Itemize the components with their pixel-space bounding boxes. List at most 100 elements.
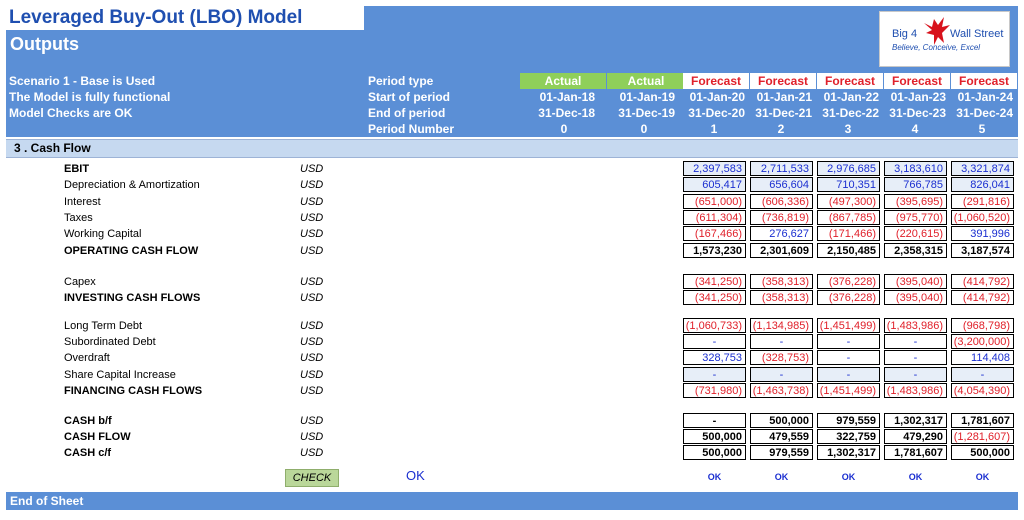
value-cell[interactable]: 2,301,609: [750, 243, 813, 258]
value-cell[interactable]: 500,000: [750, 413, 813, 428]
value-cell[interactable]: (611,304): [683, 210, 746, 225]
period-number-cell: 5: [978, 122, 986, 136]
value-cell[interactable]: 826,041: [951, 177, 1014, 192]
value-cell[interactable]: (4,054,390): [951, 383, 1014, 398]
value-cell[interactable]: 979,559: [817, 413, 880, 428]
value-cell[interactable]: (171,466): [817, 226, 880, 241]
row-label: Interest: [64, 196, 101, 208]
row-label: CASH c/f: [64, 447, 112, 459]
value-cell[interactable]: 114,408: [951, 350, 1014, 365]
value-cell[interactable]: 479,559: [750, 429, 813, 444]
value-cell[interactable]: 2,150,485: [817, 243, 880, 258]
value-cell[interactable]: 2,711,533: [750, 161, 813, 176]
value-cell[interactable]: -: [750, 367, 813, 382]
value-cell[interactable]: (358,313): [750, 290, 813, 305]
value-cell[interactable]: (1,060,520): [951, 210, 1014, 225]
value-cell[interactable]: (220,615): [884, 226, 947, 241]
period-start-cell: 01-Jan-23: [890, 90, 946, 104]
value-cell[interactable]: 1,573,230: [683, 243, 746, 258]
value-cell[interactable]: (414,792): [951, 274, 1014, 289]
value-cell[interactable]: 500,000: [683, 445, 746, 460]
value-cell[interactable]: 391,996: [951, 226, 1014, 241]
value-cell[interactable]: (975,770): [884, 210, 947, 225]
value-cell[interactable]: (414,792): [951, 290, 1014, 305]
value-cell[interactable]: -: [884, 334, 947, 349]
value-cell[interactable]: 3,321,874: [951, 161, 1014, 176]
value-cell[interactable]: (3,200,000): [951, 334, 1014, 349]
value-cell[interactable]: -: [951, 367, 1014, 382]
value-cell[interactable]: -: [884, 367, 947, 382]
value-cell[interactable]: (1,060,733): [683, 318, 746, 333]
value-cell[interactable]: 3,187,574: [951, 243, 1014, 258]
period-end-cell: 31-Dec-18: [538, 106, 595, 120]
row-label: INVESTING CASH FLOWS: [64, 292, 201, 304]
value-cell[interactable]: (376,228): [817, 274, 880, 289]
value-cell[interactable]: (867,785): [817, 210, 880, 225]
value-cell[interactable]: 2,358,315: [884, 243, 947, 258]
value-cell[interactable]: (376,228): [817, 290, 880, 305]
end-period-label: End of period: [368, 106, 446, 120]
period-end-cell: 31-Dec-19: [618, 106, 675, 120]
value-cell[interactable]: 322,759: [817, 429, 880, 444]
value-cell[interactable]: (358,313): [750, 274, 813, 289]
row-label: FINANCING CASH FLOWS: [64, 385, 203, 397]
value-cell[interactable]: (497,300): [817, 194, 880, 209]
value-cell[interactable]: 2,397,583: [683, 161, 746, 176]
period-end-cell: 31-Dec-24: [956, 106, 1013, 120]
value-cell[interactable]: (328,753): [750, 350, 813, 365]
value-cell[interactable]: (291,816): [951, 194, 1014, 209]
value-cell[interactable]: (341,250): [683, 290, 746, 305]
value-cell[interactable]: 500,000: [951, 445, 1014, 460]
value-cell[interactable]: -: [884, 350, 947, 365]
value-cell[interactable]: (395,695): [884, 194, 947, 209]
value-cell[interactable]: 328,753: [683, 350, 746, 365]
period-type-label: Period type: [368, 74, 434, 88]
value-cell[interactable]: -: [817, 334, 880, 349]
value-cell[interactable]: (968,798): [951, 318, 1014, 333]
value-cell[interactable]: 3,183,610: [884, 161, 947, 176]
value-cell[interactable]: (395,040): [884, 290, 947, 305]
value-cell[interactable]: 605,417: [683, 177, 746, 192]
value-cell[interactable]: (1,281,607): [951, 429, 1014, 444]
value-cell[interactable]: 1,781,607: [884, 445, 947, 460]
section-title: 3 . Cash Flow: [14, 141, 91, 155]
value-cell[interactable]: (1,451,499): [817, 318, 880, 333]
value-cell[interactable]: 1,302,317: [817, 445, 880, 460]
value-cell[interactable]: -: [817, 350, 880, 365]
value-cell[interactable]: (1,463,738): [750, 383, 813, 398]
period-start-cell: 01-Jan-20: [689, 90, 745, 104]
value-cell[interactable]: -: [817, 367, 880, 382]
value-cell[interactable]: (731,980): [683, 383, 746, 398]
check-button[interactable]: CHECK: [285, 469, 339, 487]
period-type-cell: Actual: [520, 73, 606, 89]
value-cell[interactable]: 1,302,317: [884, 413, 947, 428]
value-cell[interactable]: (1,134,985): [750, 318, 813, 333]
value-cell[interactable]: 479,290: [884, 429, 947, 444]
value-cell[interactable]: 710,351: [817, 177, 880, 192]
value-cell[interactable]: (395,040): [884, 274, 947, 289]
value-cell[interactable]: 1,781,607: [951, 413, 1014, 428]
value-cell[interactable]: (341,250): [683, 274, 746, 289]
value-cell[interactable]: (651,000): [683, 194, 746, 209]
value-cell[interactable]: (1,451,499): [817, 383, 880, 398]
value-cell[interactable]: 2,976,685: [817, 161, 880, 176]
value-cell[interactable]: -: [683, 334, 746, 349]
checks-status: Model Checks are OK: [9, 106, 133, 120]
value-cell[interactable]: (167,466): [683, 226, 746, 241]
value-cell[interactable]: -: [683, 367, 746, 382]
row-label: OPERATING CASH FLOW: [64, 245, 199, 257]
value-cell[interactable]: 766,785: [884, 177, 947, 192]
value-cell[interactable]: -: [750, 334, 813, 349]
value-cell[interactable]: (736,819): [750, 210, 813, 225]
value-cell[interactable]: (1,483,986): [884, 383, 947, 398]
value-cell[interactable]: -: [683, 413, 746, 428]
value-cell[interactable]: 979,559: [750, 445, 813, 460]
value-cell[interactable]: 500,000: [683, 429, 746, 444]
value-cell[interactable]: (1,483,986): [884, 318, 947, 333]
row-unit: USD: [300, 320, 324, 332]
value-cell[interactable]: (606,336): [750, 194, 813, 209]
value-cell[interactable]: 656,604: [750, 177, 813, 192]
period-check-result: OK: [774, 472, 789, 482]
period-type-cell: Forecast: [683, 73, 749, 89]
value-cell[interactable]: 276,627: [750, 226, 813, 241]
